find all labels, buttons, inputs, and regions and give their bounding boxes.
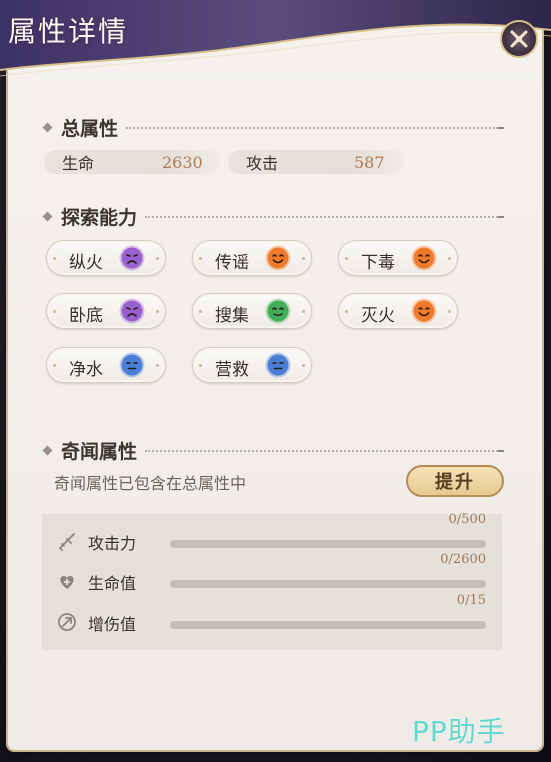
stat-label: 生命 [62, 154, 95, 173]
bonus-count: 0/15 [456, 593, 486, 608]
ability-arson[interactable]: 纵火 [46, 240, 166, 276]
bonus-count: 0/500 [448, 512, 486, 527]
sword-icon [59, 533, 75, 551]
happy-face-icon [411, 298, 437, 324]
ability-label: 净水 [69, 360, 103, 380]
divider [145, 215, 498, 218]
ability-collect[interactable]: 搜集 [192, 293, 312, 329]
heart-plus-icon [60, 575, 74, 589]
bonus-progress-bar [170, 580, 486, 588]
ability-label: 灭火 [361, 306, 395, 326]
sad-face-icon [119, 245, 145, 271]
ability-label: 纵火 [69, 253, 103, 273]
diamond-bullet-icon [42, 211, 53, 222]
happy-face-icon [411, 245, 437, 271]
bonus-row: 生命值 0/2600 [42, 552, 502, 596]
stat-label: 攻击 [246, 154, 279, 173]
ability-rescue[interactable]: 营救 [192, 347, 312, 383]
bonus-label: 攻击力 [88, 534, 137, 553]
stat-value: 2630 [162, 152, 203, 172]
ability-poison[interactable]: 下毒 [338, 240, 458, 276]
section-qiwen: 奇闻属性 [42, 437, 504, 464]
damage-boost-icon [58, 613, 76, 631]
ability-rumor[interactable]: 传谣 [192, 240, 312, 276]
diamond-bullet-icon [42, 122, 53, 133]
upgrade-button[interactable]: 提升 [406, 465, 504, 497]
bonus-count: 0/2600 [440, 552, 486, 567]
close-icon [510, 30, 528, 48]
bonus-row: 攻击力 0/500 [42, 512, 502, 556]
stat-attack: 攻击 587 [228, 150, 404, 174]
bonus-list: 攻击力 0/500 生命值 0/2600 增伤值 0/15 [42, 512, 502, 650]
bonus-progress-bar [170, 621, 486, 629]
ability-purify[interactable]: 净水 [46, 347, 166, 383]
divider [145, 449, 498, 452]
smile-face-icon [265, 298, 291, 324]
bonus-label: 生命值 [88, 574, 137, 593]
ability-label: 营救 [215, 360, 249, 380]
sad-face-icon [119, 298, 145, 324]
qiwen-note: 奇闻属性已包含在总属性中 [54, 474, 247, 493]
neutral-face-icon [265, 352, 291, 378]
bonus-label: 增伤值 [88, 615, 137, 634]
section-title: 探索能力 [61, 207, 138, 229]
section-title: 奇闻属性 [61, 441, 138, 463]
watermark: PP助手 [412, 715, 506, 748]
ability-undercover[interactable]: 卧底 [46, 293, 166, 329]
happy-face-icon [265, 245, 291, 271]
game-screen: 属性详情 总属性 生命 2630 攻击 587 探索能力 纵火 传谣 下毒卧底 搜集 灭… [0, 0, 551, 762]
section-exploration: 探索能力 [42, 203, 504, 230]
diamond-bullet-icon [42, 445, 53, 456]
bonus-row: 增伤值 0/15 [42, 593, 502, 637]
bonus-progress-bar [170, 540, 486, 548]
divider [126, 126, 498, 129]
section-title: 总属性 [61, 118, 119, 140]
ability-label: 卧底 [69, 306, 103, 326]
section-total-attributes: 总属性 [42, 114, 504, 141]
ability-label: 搜集 [215, 306, 249, 326]
panel-title: 属性详情 [8, 15, 129, 48]
stat-value: 587 [354, 152, 385, 172]
ability-label: 下毒 [361, 253, 395, 273]
ability-extinguish[interactable]: 灭火 [338, 293, 458, 329]
stat-hp: 生命 2630 [44, 150, 220, 174]
neutral-face-icon [119, 352, 145, 378]
ability-label: 传谣 [215, 253, 249, 273]
close-button[interactable] [500, 20, 538, 58]
